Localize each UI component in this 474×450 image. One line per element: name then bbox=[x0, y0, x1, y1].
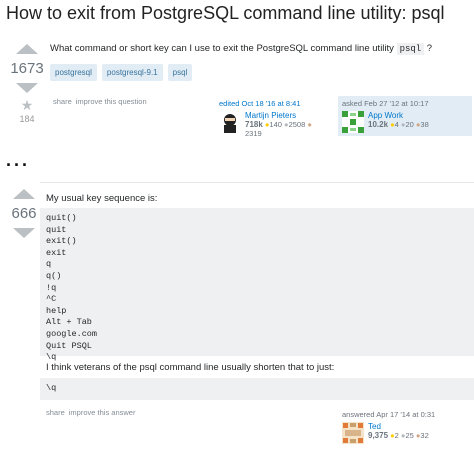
favorite-star-icon[interactable]: ★ bbox=[7, 97, 47, 114]
reputation: 10.2k bbox=[368, 120, 389, 129]
divider bbox=[40, 182, 474, 183]
answer-vote-count: 666 bbox=[11, 205, 37, 222]
user-name[interactable]: App Work bbox=[368, 111, 429, 120]
code-line: q() bbox=[46, 270, 62, 281]
editor-signature: edited Oct 18 '16 at 8:41 Martijn Pieter… bbox=[219, 99, 331, 138]
inline-code: psql bbox=[396, 43, 425, 55]
user-name[interactable]: Ted bbox=[368, 422, 429, 431]
answerer-signature: answered Apr 17 '14 at 0:31 Ted 9,375 ●2… bbox=[342, 410, 468, 444]
code-line: exit() bbox=[46, 236, 77, 247]
upvote-arrow-icon[interactable] bbox=[16, 44, 38, 54]
improve-question-link[interactable]: improve this question bbox=[76, 97, 147, 106]
question-vote-count: 1673 bbox=[10, 60, 44, 77]
code-lines: quit() quit exit() exit q q() !q ^C help… bbox=[40, 208, 474, 369]
silver-badge-count: 20 bbox=[405, 120, 414, 129]
question-tags: postgresql postgresql-9.1 psql bbox=[50, 64, 193, 81]
gold-badge-count: 2 bbox=[394, 431, 399, 440]
code-line: quit() bbox=[46, 213, 77, 223]
question-vote-cell: 1673 ★ 184 bbox=[7, 44, 47, 124]
reputation: 9,375 bbox=[368, 431, 389, 440]
tag[interactable]: psql bbox=[167, 64, 193, 81]
upvote-arrow-icon[interactable] bbox=[13, 189, 35, 199]
share-link[interactable]: share bbox=[53, 97, 72, 106]
answered-time: answered Apr 17 '14 at 0:31 bbox=[342, 410, 436, 419]
code-block-2: \q bbox=[40, 378, 474, 400]
favorite-count: 184 bbox=[19, 114, 35, 124]
code-line: \q bbox=[46, 383, 57, 393]
share-link[interactable]: share bbox=[46, 408, 65, 417]
code-line: help bbox=[46, 305, 67, 316]
asked-time: asked Feb 27 '12 at 10:17 bbox=[342, 99, 429, 108]
question-text: What command or short key can I use to e… bbox=[50, 43, 397, 54]
code-block: quit() quit exit() exit q q() !q ^C help… bbox=[40, 208, 474, 362]
question-post-menu: share improve this question bbox=[53, 97, 151, 106]
question-body: What command or short key can I use to e… bbox=[50, 43, 433, 55]
avatar[interactable] bbox=[342, 111, 364, 133]
code-line: exit bbox=[46, 247, 67, 258]
answer-outro: I think veterans of the psql command lin… bbox=[46, 362, 335, 373]
answer-intro: My usual key sequence is: bbox=[46, 193, 158, 204]
question-text-end: ? bbox=[424, 43, 433, 54]
gold-badge-count: 4 bbox=[394, 120, 399, 129]
answer-vote-cell: 666 bbox=[4, 189, 44, 238]
tag[interactable]: postgresql bbox=[50, 64, 97, 81]
code-line: ^C bbox=[46, 294, 57, 305]
code-line: \q bbox=[46, 352, 57, 363]
code-line: quit bbox=[46, 224, 67, 235]
bronze-badge-count: 2319 bbox=[245, 129, 262, 138]
avatar[interactable] bbox=[219, 111, 241, 133]
code-line: q bbox=[46, 259, 52, 270]
tag[interactable]: postgresql-9.1 bbox=[101, 64, 163, 81]
page-title: How to exit from PostgreSQL command line… bbox=[6, 3, 445, 23]
code-line: !q bbox=[46, 282, 57, 293]
user-name[interactable]: Martijn Pieters bbox=[245, 111, 312, 120]
edited-time[interactable]: edited Oct 18 '16 at 8:41 bbox=[219, 99, 331, 108]
answer-post-menu: share improve this answer bbox=[46, 408, 139, 417]
downvote-arrow-icon[interactable] bbox=[16, 83, 38, 93]
gold-badge-count: 140 bbox=[269, 120, 282, 129]
silver-badge-count: 2508 bbox=[288, 120, 306, 129]
downvote-arrow-icon[interactable] bbox=[13, 228, 35, 238]
ellipsis: ... bbox=[6, 150, 31, 170]
silver-badge-count: 25 bbox=[405, 431, 414, 440]
code-line: Alt + Tab bbox=[46, 317, 92, 328]
bronze-badge-count: 38 bbox=[420, 120, 429, 129]
owner-signature: asked Feb 27 '12 at 10:17 App Work 10.2k… bbox=[338, 96, 472, 136]
code-line: google.com bbox=[46, 328, 98, 339]
avatar[interactable] bbox=[342, 422, 364, 444]
bronze-badge-icon: ● bbox=[307, 120, 312, 129]
reputation: 718k bbox=[245, 120, 263, 129]
code-line: Quit PSQL bbox=[46, 340, 92, 351]
improve-answer-link[interactable]: improve this answer bbox=[69, 408, 136, 417]
bronze-badge-count: 32 bbox=[420, 431, 429, 440]
